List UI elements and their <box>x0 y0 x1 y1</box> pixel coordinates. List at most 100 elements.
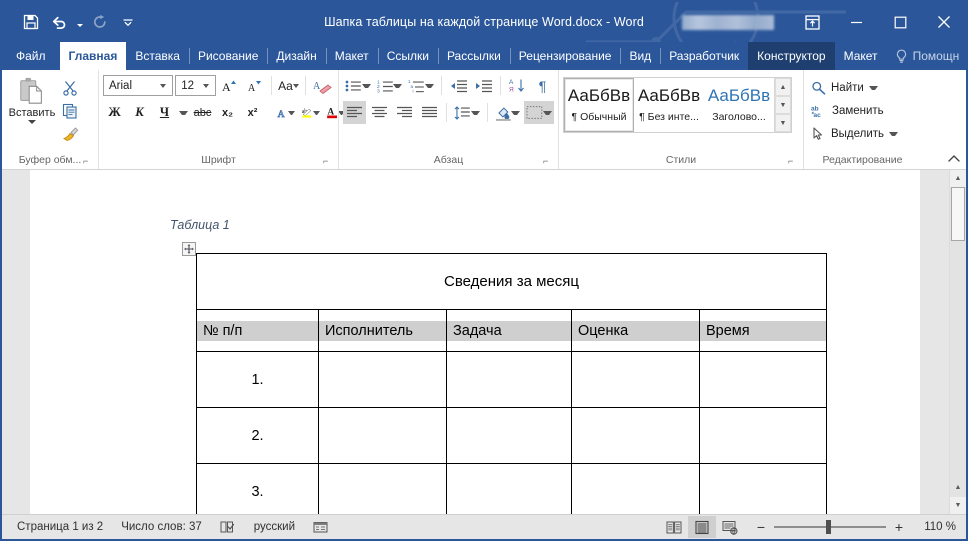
paragraph-dialog-launcher[interactable]: ⌐ <box>543 156 554 167</box>
style-item-nospacing[interactable]: АаБбВв ¶ Без инте... <box>634 78 704 132</box>
ribbon-display-options-button[interactable] <box>790 2 834 42</box>
table-header-cell-3[interactable]: Задача <box>447 310 572 352</box>
paste-dropdown-icon[interactable] <box>28 120 36 124</box>
text-effects-button[interactable]: A <box>274 101 297 124</box>
table-cell-3-2[interactable] <box>319 464 447 515</box>
style-item-normal[interactable]: АаБбВв ¶ Обычный <box>564 78 634 132</box>
clipboard-dialog-launcher[interactable]: ⌐ <box>83 156 94 167</box>
table-cell-1-4[interactable] <box>572 352 700 408</box>
collapse-ribbon-button[interactable] <box>946 150 962 166</box>
table-cell-2-5[interactable] <box>700 408 827 464</box>
align-left-button[interactable] <box>343 101 366 124</box>
highlight-dropdown-icon[interactable] <box>313 111 320 115</box>
decrease-indent-button[interactable] <box>447 74 470 97</box>
zoom-out-button[interactable]: − <box>754 518 768 536</box>
close-button[interactable] <box>922 2 966 42</box>
shrink-font-button[interactable]: A <box>243 74 266 97</box>
page-indicator[interactable]: Страница 1 из 2 <box>8 516 112 538</box>
bullets-button[interactable] <box>343 74 373 97</box>
zoom-slider[interactable] <box>774 519 886 535</box>
table-header-row[interactable]: № п/п Исполнитель Задача Оценка Время <box>197 310 827 352</box>
table-row[interactable]: 2. <box>197 408 827 464</box>
tell-me-box[interactable]: Помощн <box>887 49 966 64</box>
table-cell-3-5[interactable] <box>700 464 827 515</box>
zoom-in-button[interactable]: + <box>892 518 906 536</box>
table-cell-2-4[interactable] <box>572 408 700 464</box>
table-cell-num-1[interactable]: 1. <box>197 352 319 408</box>
change-case-button[interactable]: Aa <box>277 74 300 97</box>
table-header-cell-4[interactable]: Оценка <box>572 310 700 352</box>
zoom-slider-thumb[interactable] <box>826 520 831 534</box>
table-cell-3-4[interactable] <box>572 464 700 515</box>
styles-more-button[interactable]: ▼ <box>775 114 791 132</box>
tab-file[interactable]: Файл <box>2 42 60 70</box>
shading-dropdown-icon[interactable] <box>511 111 520 115</box>
styles-dialog-launcher[interactable]: ⌐ <box>788 156 799 167</box>
tab-view[interactable]: Вид <box>620 42 660 70</box>
tab-table-layout[interactable]: Макет <box>835 42 887 70</box>
table-move-handle[interactable] <box>182 242 196 256</box>
tab-insert[interactable]: Вставка <box>126 42 189 70</box>
table-title-row[interactable]: Сведения за месяц <box>197 254 827 310</box>
borders-button[interactable] <box>524 101 554 124</box>
numbering-button[interactable]: 1 2 3 <box>375 74 405 97</box>
show-formatting-marks-button[interactable]: ¶ <box>531 74 554 97</box>
text-effects-dropdown-icon[interactable] <box>288 111 295 115</box>
tab-review[interactable]: Рецензирование <box>510 42 621 70</box>
table-row[interactable]: 3. <box>197 464 827 515</box>
tab-home[interactable]: Главная <box>60 42 127 70</box>
undo-button[interactable] <box>46 9 72 35</box>
save-button[interactable] <box>18 9 44 35</box>
scrollbar-track[interactable] <box>950 187 966 477</box>
strikethrough-button[interactable]: abc <box>191 101 214 124</box>
table-cell-1-3[interactable] <box>447 352 572 408</box>
word-table[interactable]: Сведения за месяц № п/п Исполнитель Зада… <box>196 253 827 514</box>
table-cell-1-5[interactable] <box>700 352 827 408</box>
table-cell-2-2[interactable] <box>319 408 447 464</box>
italic-button[interactable]: К <box>128 101 151 124</box>
align-right-button[interactable] <box>393 101 416 124</box>
tab-design[interactable]: Дизайн <box>267 42 325 70</box>
scroll-up-button[interactable]: ▲ <box>950 170 966 187</box>
table-cell-num-2[interactable]: 2. <box>197 408 319 464</box>
paste-button[interactable]: Вставить <box>6 74 58 124</box>
styles-scroll-up-button[interactable]: ▲ <box>775 78 791 96</box>
bullets-dropdown-icon[interactable] <box>362 84 371 88</box>
word-count[interactable]: Число слов: 37 <box>112 516 211 538</box>
table-header-cell-2[interactable]: Исполнитель <box>319 310 447 352</box>
minimize-button[interactable] <box>834 2 878 42</box>
cut-button[interactable] <box>58 77 82 99</box>
read-mode-button[interactable] <box>660 516 688 538</box>
text-highlight-button[interactable]: ab <box>299 101 322 124</box>
copy-button[interactable] <box>58 100 82 122</box>
proofing-status-button[interactable] <box>211 516 245 538</box>
justify-button[interactable] <box>418 101 441 124</box>
clear-formatting-button[interactable]: A <box>311 74 334 97</box>
tab-mailings[interactable]: Рассылки <box>438 42 510 70</box>
undo-dropdown-icon[interactable] <box>74 9 85 35</box>
tab-draw[interactable]: Рисование <box>189 42 267 70</box>
table-cell-3-3[interactable] <box>447 464 572 515</box>
multilevel-dropdown-icon[interactable] <box>425 84 434 88</box>
font-name-dropdown-icon[interactable] <box>156 84 170 88</box>
zoom-level-label[interactable]: 110 % <box>912 521 960 533</box>
underline-button[interactable]: Ч <box>153 101 176 124</box>
underline-dropdown-button[interactable] <box>178 101 189 124</box>
table-cell-2-3[interactable] <box>447 408 572 464</box>
vertical-scrollbar[interactable]: ▲ ▲ ▼ <box>949 170 966 514</box>
scroll-down-button[interactable]: ▼ <box>950 497 966 514</box>
find-button[interactable]: Найти <box>808 77 901 98</box>
font-dialog-launcher[interactable]: ⌐ <box>323 156 334 167</box>
sort-button[interactable]: A Я <box>506 74 529 97</box>
table-title-cell[interactable]: Сведения за месяц <box>197 254 827 310</box>
find-dropdown-icon[interactable] <box>869 86 878 90</box>
table-header-cell-1[interactable]: № п/п <box>197 310 319 352</box>
select-button[interactable]: Выделить <box>808 123 901 144</box>
customize-qat-button[interactable] <box>115 9 141 35</box>
replace-button[interactable]: ab ac Заменить <box>808 100 901 121</box>
previous-page-button[interactable]: ▲ <box>950 477 966 497</box>
style-item-heading[interactable]: АаБбВв Заголово... <box>704 78 774 132</box>
styles-scroll-down-button[interactable]: ▼ <box>775 96 791 114</box>
font-size-dropdown-icon[interactable] <box>199 84 213 88</box>
bold-button[interactable]: Ж <box>103 101 126 124</box>
